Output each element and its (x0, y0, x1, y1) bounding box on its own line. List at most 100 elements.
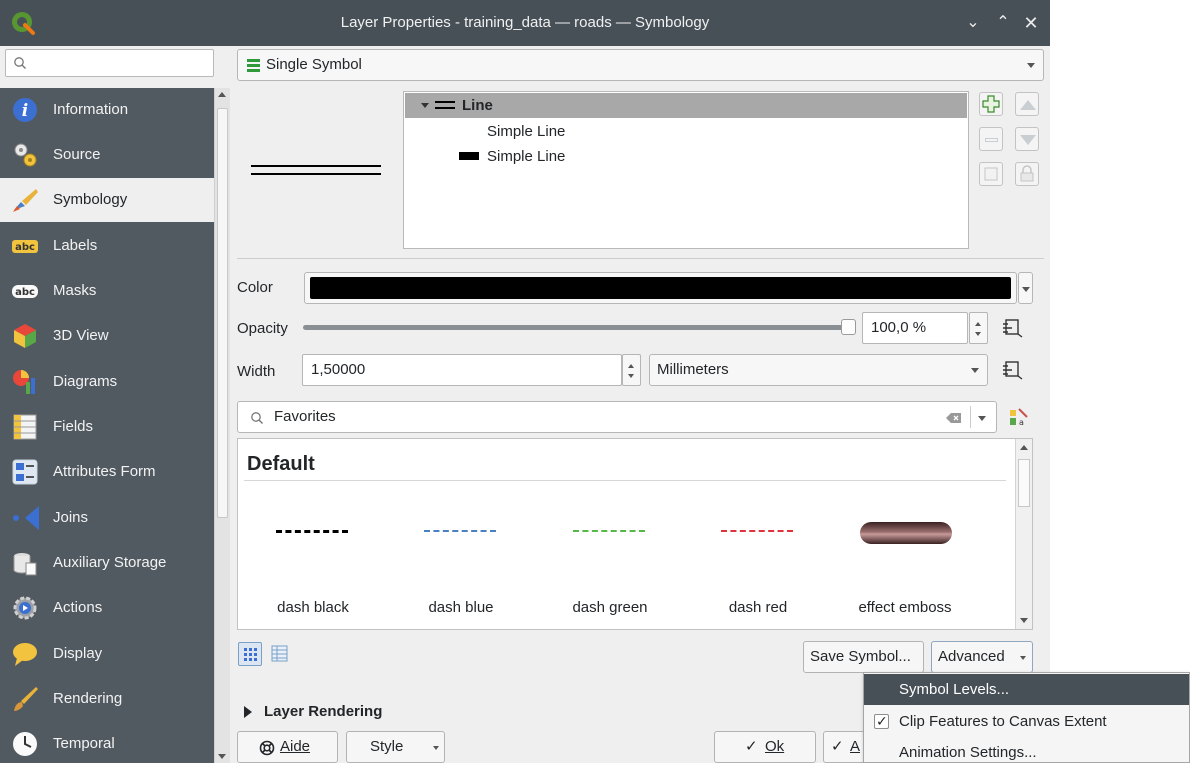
sidebar-item-rendering[interactable]: Rendering (0, 677, 214, 721)
symbol-cell-effect-emboss[interactable]: effect emboss (840, 479, 970, 619)
symbol-cell-dash-black[interactable]: dash black (248, 479, 378, 619)
data-defined-override-icon[interactable] (1001, 360, 1023, 380)
svg-text:i: i (22, 101, 28, 121)
close-icon[interactable]: ✕ (1020, 12, 1042, 34)
layer-properties-window: Layer Properties - training_data — roads… (0, 0, 1050, 763)
step-up-icon[interactable] (975, 322, 981, 326)
save-symbol-button[interactable]: Save Symbol... (803, 641, 924, 673)
symbol-grid-scrollbar[interactable] (1015, 439, 1032, 629)
width-stepper[interactable] (622, 354, 641, 386)
maximize-chevron-icon[interactable]: ⌃ (992, 12, 1014, 34)
sidebar-item-label: Joins (53, 509, 89, 526)
opacity-stepper[interactable] (969, 312, 988, 344)
scroll-down-icon[interactable] (1020, 618, 1028, 623)
attributes-form-icon (12, 459, 38, 485)
scroll-thumb[interactable] (1018, 459, 1030, 507)
expand-arrow-icon[interactable] (421, 103, 429, 108)
scroll-up-icon[interactable] (218, 92, 226, 97)
symbol-cell-dash-red[interactable]: dash red (693, 479, 823, 619)
sidebar-item-label: Temporal (53, 735, 115, 752)
symbol-cell-dash-green[interactable]: dash green (545, 479, 675, 619)
width-spinbox[interactable]: 1,50000 (302, 354, 622, 386)
move-up-button[interactable] (1015, 92, 1039, 116)
advanced-label: Advanced (938, 648, 1005, 665)
chevron-down-icon[interactable] (978, 416, 986, 421)
sidebar-search-input[interactable] (5, 49, 214, 77)
sidebar-item-display[interactable]: Display (0, 632, 214, 676)
sidebar-item-label: 3D View (53, 327, 109, 344)
fields-icon (13, 414, 37, 440)
sidebar-scroll-thumb[interactable] (217, 108, 228, 518)
symbol-label: effect emboss (858, 599, 952, 616)
ok-button[interactable]: ✓ Ok (714, 731, 816, 763)
sidebar-item-label: Source (53, 146, 101, 163)
tree-row-simple-line-2[interactable]: Simple Line (405, 144, 967, 169)
duplicate-layer-button[interactable] (979, 162, 1003, 186)
sidebar-item-diagrams[interactable]: Diagrams (0, 360, 214, 404)
move-down-button[interactable] (1015, 127, 1039, 151)
menu-item-animation-settings[interactable]: Animation Settings... (864, 737, 1189, 763)
actions-gear-icon (13, 596, 37, 620)
sidebar-item-attributes-form[interactable]: Attributes Form (0, 450, 214, 494)
color-swatch (310, 277, 1011, 299)
symbol-cell-dash-blue[interactable]: dash blue (396, 479, 526, 619)
step-down-icon[interactable] (975, 332, 981, 336)
style-button[interactable]: Style (346, 731, 445, 763)
up-triangle-icon (1020, 100, 1036, 110)
checkmark-icon: ✓ (745, 738, 758, 755)
dash-black-preview (276, 530, 348, 533)
advanced-menu: Symbol Levels... ✓ Clip Features to Canv… (863, 672, 1190, 763)
sidebar-item-temporal[interactable]: Temporal (0, 722, 214, 763)
lock-layer-button[interactable] (1015, 162, 1039, 186)
list-view-toggle[interactable] (268, 642, 292, 666)
help-button[interactable]: Aide (237, 731, 338, 763)
remove-symbol-layer-button[interactable] (979, 127, 1003, 151)
sidebar-item-information[interactable]: i Information (0, 88, 214, 132)
scroll-down-icon[interactable] (218, 754, 226, 759)
sidebar-item-symbology[interactable]: Symbology (0, 178, 214, 222)
style-manager-icon[interactable]: a (1009, 407, 1029, 427)
renderer-select[interactable]: Single Symbol (237, 49, 1044, 81)
opacity-slider[interactable] (303, 316, 857, 338)
collapse-arrow-icon[interactable] (244, 706, 252, 718)
clear-text-icon[interactable] (946, 412, 962, 424)
symbol-filter-combo[interactable]: Favorites (237, 401, 997, 433)
add-symbol-layer-button[interactable] (979, 92, 1003, 116)
opacity-label: Opacity (237, 320, 288, 337)
color-dropdown-button[interactable] (1018, 272, 1033, 304)
opacity-slider-handle[interactable] (841, 319, 856, 335)
lifebuoy-help-icon (259, 740, 275, 756)
tree-layer-label: Simple Line (487, 123, 566, 140)
sidebar-item-labels[interactable]: abc Labels (0, 224, 214, 268)
width-unit-select[interactable]: Millimeters (649, 354, 988, 386)
tree-root-label: Line (462, 97, 493, 114)
tree-row-line[interactable]: Line (405, 93, 967, 118)
advanced-button[interactable]: Advanced (931, 641, 1033, 673)
diagrams-icon (13, 370, 35, 394)
sidebar-item-actions[interactable]: Actions (0, 586, 214, 630)
step-up-icon[interactable] (628, 364, 634, 368)
layer-rendering-header[interactable]: Layer Rendering (264, 703, 382, 720)
scroll-up-icon[interactable] (1020, 445, 1028, 450)
sidebar-item-joins[interactable]: Joins (0, 496, 214, 540)
icon-view-toggle[interactable] (238, 642, 262, 666)
menu-item-clip-features[interactable]: ✓ Clip Features to Canvas Extent (864, 706, 1189, 737)
opacity-spinbox[interactable]: 100,0 % (862, 312, 968, 344)
color-button[interactable] (304, 272, 1017, 304)
sidebar-scrollbar[interactable] (214, 88, 230, 763)
dash-red-preview (721, 530, 793, 532)
window-menu-chevron-icon[interactable]: ⌄ (962, 12, 984, 34)
sidebar-item-auxiliary-storage[interactable]: Auxiliary Storage (0, 541, 214, 585)
sidebar-item-fields[interactable]: Fields (0, 405, 214, 449)
symbol-preview (251, 165, 381, 177)
sidebar-item-masks[interactable]: abc Masks (0, 269, 214, 313)
sidebar-item-3d-view[interactable]: 3D View (0, 314, 214, 358)
data-defined-override-icon[interactable] (1001, 318, 1023, 338)
single-symbol-icon (247, 59, 260, 72)
tree-layer-label: Simple Line (487, 148, 566, 165)
tree-row-simple-line-1[interactable]: Simple Line (405, 119, 967, 144)
menu-item-symbol-levels[interactable]: Symbol Levels... (864, 674, 1189, 705)
step-down-icon[interactable] (628, 374, 634, 378)
sidebar-item-source[interactable]: Source (0, 133, 214, 177)
checkbox[interactable]: ✓ (874, 713, 889, 729)
